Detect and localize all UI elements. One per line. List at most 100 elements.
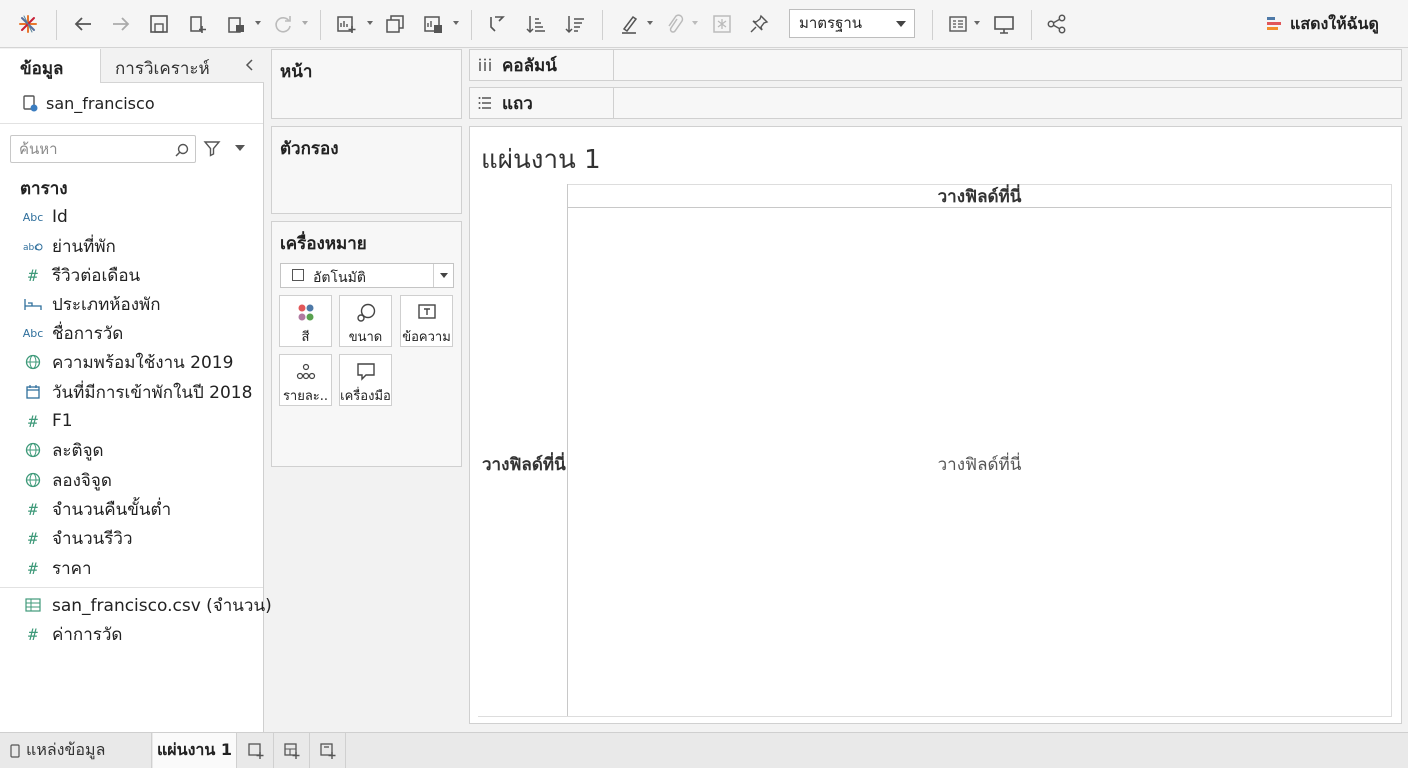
pages-shelf[interactable]: หน้า bbox=[271, 49, 462, 119]
text-label-icon bbox=[418, 304, 436, 319]
search-icon[interactable] bbox=[174, 142, 190, 158]
new-worksheet-caret-icon[interactable] bbox=[365, 18, 375, 28]
field-item[interactable]: # ราคา bbox=[22, 555, 92, 581]
field-item[interactable]: ละติจูด bbox=[22, 437, 104, 463]
new-worksheet-icon[interactable] bbox=[332, 8, 360, 40]
search-input[interactable] bbox=[19, 139, 169, 159]
datasource-item[interactable]: san_francisco bbox=[22, 92, 155, 114]
show-cards-caret-icon[interactable] bbox=[972, 18, 982, 28]
toolbar-separator bbox=[1031, 10, 1032, 40]
field-item[interactable]: วันที่มีการเข้าพักในปี 2018 bbox=[22, 379, 252, 405]
new-story-button[interactable] bbox=[310, 733, 346, 768]
drop-field-row-header[interactable]: วางฟิลด์ที่นี่ bbox=[482, 451, 566, 478]
clear-sheet-icon[interactable] bbox=[419, 8, 447, 40]
redo-icon[interactable] bbox=[107, 8, 135, 40]
field-label: ค่าการวัด bbox=[52, 624, 123, 645]
marks-card: เครื่องหมาย อัตโนมัติ สี ขนาด ข้อความ รา… bbox=[271, 221, 462, 467]
filter-caret-icon[interactable] bbox=[235, 145, 245, 151]
pause-updates-caret-icon[interactable] bbox=[253, 18, 263, 28]
field-item[interactable]: # F1 bbox=[22, 408, 73, 434]
tableau-logo-icon[interactable] bbox=[14, 8, 42, 40]
sheet-title[interactable]: แผ่นงาน 1 bbox=[481, 139, 601, 180]
new-worksheet-tab-icon bbox=[247, 742, 263, 759]
presentation-mode-icon[interactable] bbox=[990, 8, 1018, 40]
field-label: Id bbox=[52, 207, 68, 227]
chevron-left-icon[interactable] bbox=[243, 58, 257, 72]
clear-sheet-caret-icon[interactable] bbox=[451, 18, 461, 28]
field-item[interactable]: Abc Id bbox=[22, 204, 68, 230]
divider bbox=[0, 587, 263, 588]
grid-line bbox=[478, 716, 1391, 717]
filter-icon[interactable] bbox=[203, 139, 221, 157]
new-dashboard-button[interactable] bbox=[274, 733, 310, 768]
group-members-icon[interactable] bbox=[660, 8, 688, 40]
new-datasource-icon[interactable] bbox=[184, 8, 212, 40]
field-item[interactable]: # รีวิวต่อเดือน bbox=[22, 262, 140, 288]
toolbar: มาตรฐาน แสดงให้ฉันดู bbox=[0, 0, 1408, 48]
toolbar-separator bbox=[602, 10, 603, 40]
field-item[interactable]: # ค่าการวัด bbox=[22, 621, 122, 647]
rows-shelf[interactable]: แถว bbox=[469, 87, 1402, 119]
label-button[interactable]: ข้อความ bbox=[400, 295, 453, 347]
highlight-icon[interactable] bbox=[615, 8, 643, 40]
drop-field-column-header[interactable]: วางฟิลด์ที่นี่ bbox=[568, 183, 1391, 210]
search-box bbox=[10, 135, 196, 163]
chevron-down-icon bbox=[896, 21, 906, 27]
worksheet-canvas[interactable]: แผ่นงาน 1 วางฟิลด์ที่นี่ วางฟิลด์ที่นี่ … bbox=[469, 126, 1402, 724]
show-mark-labels-icon[interactable] bbox=[708, 8, 736, 40]
share-icon[interactable] bbox=[1043, 8, 1071, 40]
sort-descending-icon[interactable] bbox=[561, 8, 589, 40]
field-label: F1 bbox=[52, 411, 73, 431]
field-item[interactable]: # จำนวนรีวิว bbox=[22, 525, 132, 551]
field-item[interactable]: ประเภทห้องพัก bbox=[22, 291, 161, 317]
swap-rows-columns-icon[interactable] bbox=[483, 8, 511, 40]
duplicate-icon[interactable] bbox=[381, 8, 409, 40]
abc-icon: Abc bbox=[22, 326, 44, 340]
abc-icon: Abc bbox=[22, 210, 44, 224]
field-label: ราคา bbox=[52, 558, 92, 579]
refresh-icon[interactable] bbox=[269, 8, 297, 40]
fit-select[interactable]: มาตรฐาน bbox=[789, 9, 915, 38]
columns-label: คอลัมน์ bbox=[502, 55, 557, 76]
new-worksheet-button[interactable] bbox=[238, 733, 274, 768]
tab-datasource[interactable]: แหล่งข้อมูล bbox=[0, 733, 152, 768]
number-icon: # bbox=[28, 499, 38, 519]
field-item[interactable]: Abc ชื่อการวัด bbox=[22, 320, 124, 346]
pause-updates-icon[interactable] bbox=[222, 8, 250, 40]
size-button[interactable]: ขนาด bbox=[339, 295, 392, 347]
field-item[interactable]: # จำนวนคืนขั้นต่ำ bbox=[22, 496, 171, 522]
tab-sheet-1[interactable]: แผ่นงาน 1 bbox=[153, 733, 237, 768]
field-item[interactable]: ความพร้อมใช้งาน 2019 bbox=[22, 349, 233, 375]
tables-header: ตาราง bbox=[20, 179, 68, 199]
globe-icon bbox=[22, 352, 44, 372]
color-label: สี bbox=[301, 330, 310, 345]
field-label: ชื่อการวัด bbox=[52, 323, 124, 344]
tab-analytics[interactable]: การวิเคราะห์ bbox=[100, 49, 264, 83]
show-cards-icon[interactable] bbox=[944, 8, 972, 40]
drop-field-view[interactable]: วางฟิลด์ที่นี่ bbox=[568, 451, 1391, 478]
field-item[interactable]: abc ย่านที่พัก bbox=[22, 233, 116, 259]
tooltip-button[interactable]: เครื่องมือ bbox=[339, 354, 392, 406]
save-icon[interactable] bbox=[145, 8, 173, 40]
color-button[interactable]: สี bbox=[279, 295, 332, 347]
group-caret-icon[interactable] bbox=[690, 18, 700, 28]
filters-shelf[interactable]: ตัวกรอง bbox=[271, 126, 462, 214]
detail-button[interactable]: รายละ.. bbox=[279, 354, 332, 406]
field-label: ลองจิจูด bbox=[52, 470, 112, 491]
sort-ascending-icon[interactable] bbox=[522, 8, 550, 40]
show-me-button[interactable]: แสดงให้ฉันดู bbox=[1266, 12, 1379, 36]
rows-label: แถว bbox=[502, 93, 533, 114]
columns-shelf[interactable]: คอลัมน์ bbox=[469, 49, 1402, 81]
mark-type-value: อัตโนมัติ bbox=[313, 270, 366, 286]
field-item[interactable]: san_francisco.csv (จำนวน) bbox=[22, 592, 272, 618]
show-me-icon bbox=[1267, 17, 1281, 30]
tab-data[interactable]: ข้อมูล bbox=[0, 49, 100, 83]
undo-icon[interactable] bbox=[69, 8, 97, 40]
highlight-caret-icon[interactable] bbox=[645, 18, 655, 28]
refresh-caret-icon[interactable] bbox=[300, 18, 310, 28]
mark-type-select[interactable]: อัตโนมัติ bbox=[280, 263, 454, 288]
show-me-label: แสดงให้ฉันดู bbox=[1290, 13, 1379, 33]
field-item[interactable]: ลองจิจูด bbox=[22, 467, 112, 493]
pin-axes-icon[interactable] bbox=[745, 8, 773, 40]
tab-datasource-label: แหล่งข้อมูล bbox=[26, 740, 106, 759]
